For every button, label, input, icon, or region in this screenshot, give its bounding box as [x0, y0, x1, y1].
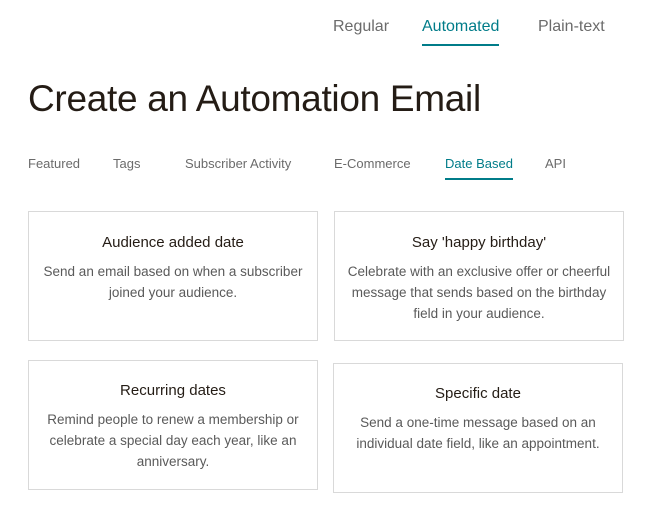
card-description: Remind people to renew a membership or c…	[47, 412, 299, 469]
card-title: Audience added date	[102, 234, 244, 251]
card-audience-added-date[interactable]: Audience added date Send an email based …	[28, 211, 318, 341]
card-title: Recurring dates	[120, 382, 226, 399]
tab-api[interactable]: API	[545, 156, 566, 182]
tab-plain-text[interactable]: Plain-text	[538, 18, 605, 46]
card-title: Say 'happy birthday'	[411, 234, 547, 251]
tab-regular[interactable]: Regular	[333, 18, 389, 46]
card-description: Send an email based on when a subscriber…	[43, 264, 303, 300]
card-title: Specific date	[435, 385, 521, 402]
tab-automated[interactable]: Automated	[422, 18, 500, 46]
campaign-type-tabs: Regular Automated Plain-text	[0, 18, 649, 48]
tab-date-based[interactable]: Date Based	[445, 156, 513, 182]
card-recurring-dates[interactable]: Recurring dates Remind people to renew a…	[28, 360, 318, 490]
card-description: Send a one-time message based on an indi…	[356, 415, 600, 451]
page-title: Create an Automation Email	[28, 78, 481, 119]
tab-featured[interactable]: Featured	[28, 156, 80, 182]
tab-e-commerce[interactable]: E-Commerce	[334, 156, 411, 182]
automation-email-page: Regular Automated Plain-text Create an A…	[0, 0, 649, 524]
tab-subscriber-activity[interactable]: Subscriber Activity	[185, 156, 291, 182]
card-happy-birthday[interactable]: Say 'happy birthday' Celebrate with an e…	[334, 211, 624, 341]
tab-tags[interactable]: Tags	[113, 156, 140, 182]
card-description: Celebrate with an exclusive offer or che…	[347, 264, 611, 321]
card-specific-date[interactable]: Specific date Send a one-time message ba…	[333, 363, 623, 493]
category-tabs: Featured Tags Subscriber Activity E-Comm…	[0, 156, 649, 184]
